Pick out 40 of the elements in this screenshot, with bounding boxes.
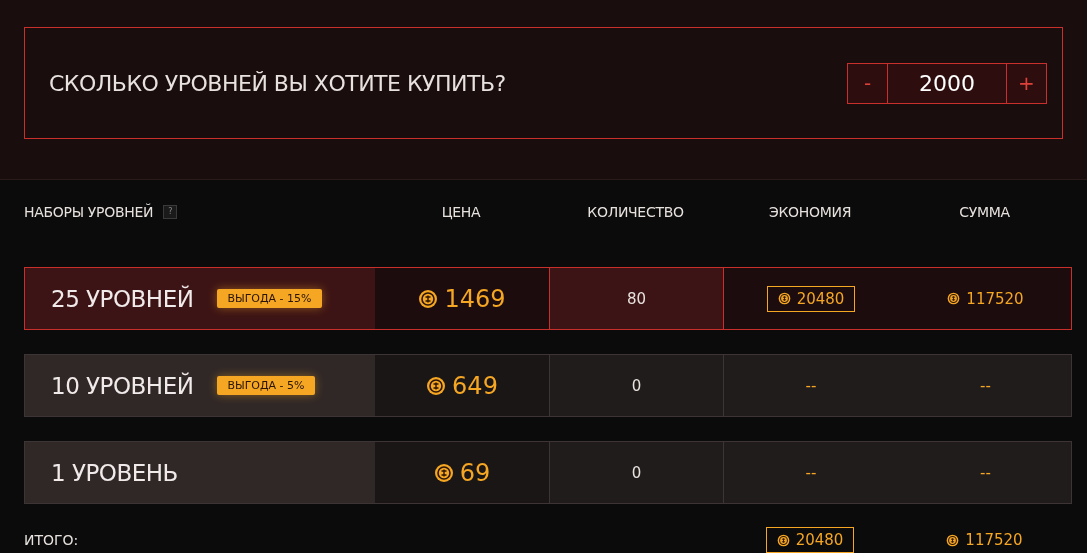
- coin-icon: [777, 292, 791, 305]
- pack-name: 25 УРОВНЕЙ: [51, 285, 194, 312]
- coin-icon: [433, 462, 454, 483]
- column-header: КОЛИЧЕСТВО: [586, 203, 685, 220]
- quantity: 0: [631, 463, 642, 482]
- level-pack-row[interactable]: 25 УРОВНЕЙ ВЫГОДА - 15% 1469 80 20480 117520: [24, 267, 1072, 330]
- plus-button[interactable]: +: [1007, 63, 1046, 103]
- column-header: СУММА: [958, 203, 1011, 220]
- level-pack-row[interactable]: 1 УРОВЕНЬ 69 0 -- --: [24, 441, 1072, 504]
- savings: --: [805, 463, 817, 482]
- pack-name: 10 УРОВНЕЙ: [51, 372, 194, 399]
- column-header: ЭКОНОМИЯ: [767, 203, 853, 220]
- savings-tag: 20480: [766, 285, 856, 312]
- column-header: ЦЕНА: [440, 203, 482, 220]
- price: 69: [459, 458, 491, 487]
- coin-icon: [426, 375, 447, 396]
- total-sum: 117520: [965, 531, 1023, 549]
- help-icon[interactable]: ?: [163, 204, 178, 219]
- total-label: ИТОГО:: [24, 532, 80, 548]
- column-header: НАБОРЫ УРОВНЕЙ: [24, 203, 154, 220]
- coin-icon: [418, 288, 439, 309]
- question-title: СКОЛЬКО УРОВНЕЙ ВЫ ХОТИТЕ КУПИТЬ?: [49, 70, 506, 96]
- level-pack-row[interactable]: 10 УРОВНЕЙ ВЫГОДА - 5% 649 0 -- --: [24, 354, 1072, 417]
- coin-icon: [776, 533, 790, 547]
- sum: 117520: [966, 289, 1024, 308]
- quantity-value: 2000: [887, 63, 1007, 103]
- price: 1469: [444, 284, 506, 313]
- total-savings-tag: 20480: [765, 527, 855, 553]
- coin-icon: [946, 533, 960, 547]
- sum: --: [980, 376, 991, 395]
- savings: --: [805, 376, 817, 395]
- minus-button[interactable]: -: [848, 63, 887, 103]
- price: 649: [452, 371, 498, 400]
- sum: --: [980, 463, 991, 482]
- pack-name: 1 УРОВЕНЬ: [51, 459, 178, 486]
- coin-icon: [947, 292, 961, 305]
- quantity: 80: [626, 289, 647, 308]
- discount-badge: ВЫГОДА - 15%: [217, 289, 322, 308]
- discount-badge: ВЫГОДА - 5%: [217, 376, 315, 395]
- quantity: 0: [631, 376, 642, 395]
